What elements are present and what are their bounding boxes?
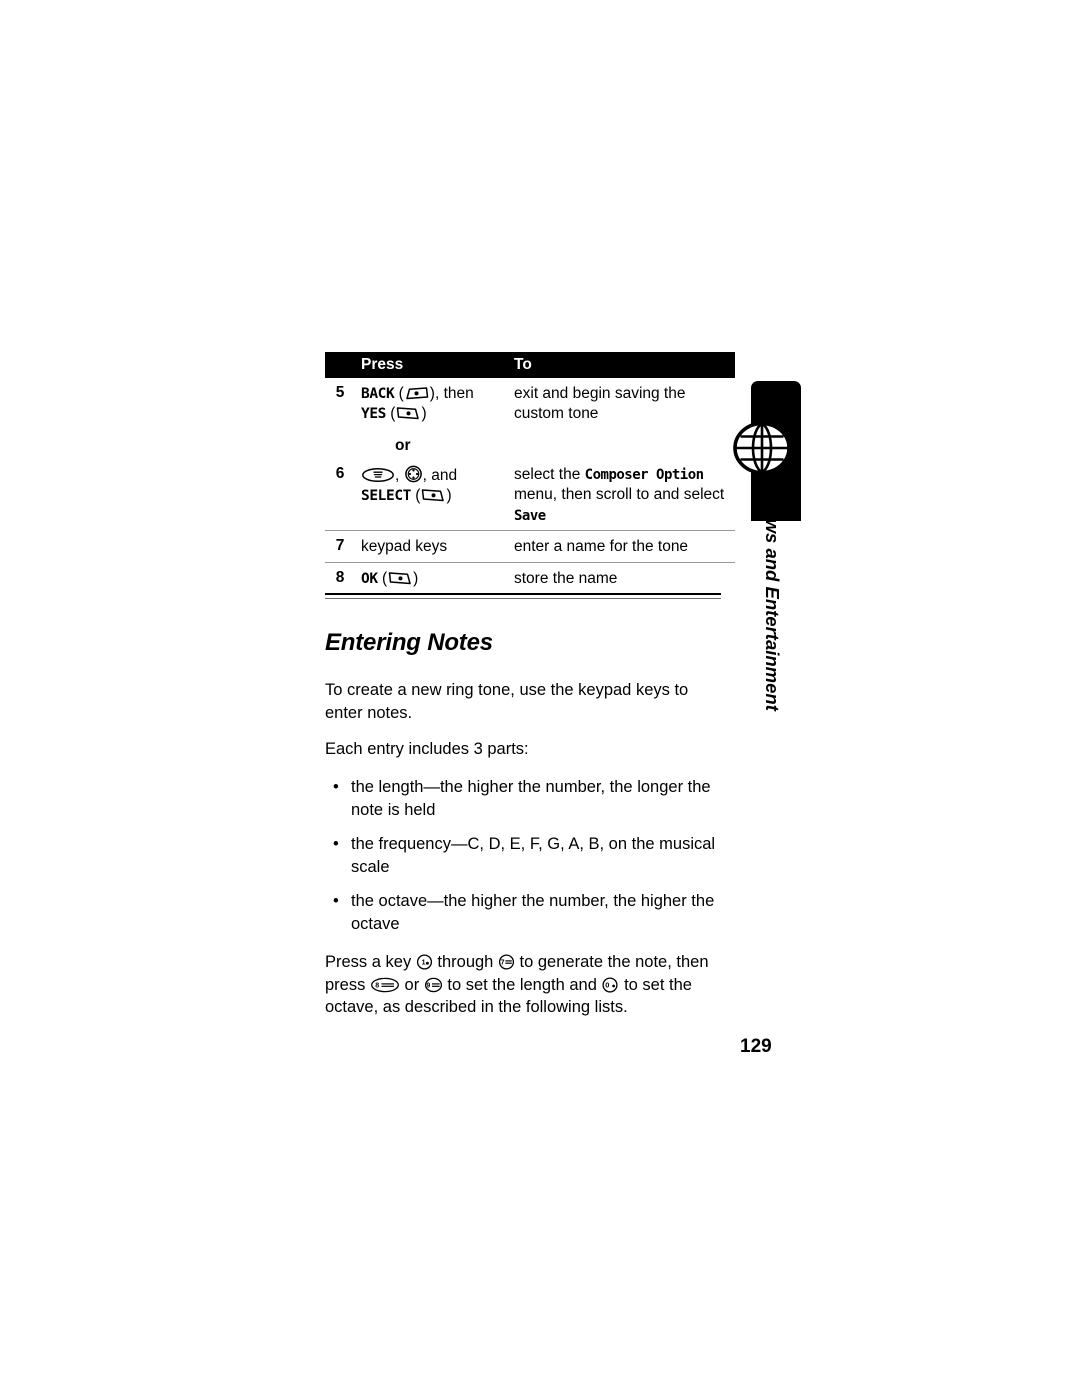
steps-table: Press To 5 BACK ( ), then YES () exit a… (325, 352, 735, 594)
svg-text:8: 8 (375, 982, 379, 989)
softkey-right-icon (420, 488, 446, 503)
ok-key-label: OK (361, 570, 378, 587)
keypad-key-1-icon: 1 (416, 954, 433, 970)
step-press-cell: keypad keys (355, 530, 506, 563)
header-to: To (506, 352, 735, 378)
list-item: • the frequency—C, D, E, F, G, A, B, on … (325, 833, 721, 878)
select-key-label: SELECT (361, 488, 411, 505)
to-prefix: select the (514, 465, 585, 483)
side-tab-label: News and Entertainment (762, 495, 783, 711)
step-number: 6 (335, 464, 345, 482)
step-to-cell: select the Composer Option menu, then sc… (506, 459, 735, 531)
nav-key-suffix: , and (422, 466, 458, 484)
closing-text-5: to set the length and (442, 975, 602, 994)
parts-lead-paragraph: Each entry includes 3 parts: (325, 740, 529, 759)
svg-text:9: 9 (426, 982, 430, 989)
back-key-label: BACK (361, 386, 395, 402)
closing-paragraph: Press a key 1 through 7 to generate the … (325, 951, 721, 1018)
or-row-spacer (506, 429, 735, 459)
globe-icon (731, 417, 793, 479)
softkey-left-icon (404, 386, 430, 401)
list-item-label: the octave—the higher the number, the hi… (351, 892, 715, 933)
parts-bullet-list: • the length—the higher the number, the … (325, 776, 721, 935)
keypad-key-9-icon: 9 (424, 977, 443, 993)
keypad-key-0-icon: 0 (601, 976, 619, 993)
table-row: 6 , , and SELECT () select the Composer… (325, 459, 735, 531)
list-item-label: the length—the higher the number, the lo… (351, 778, 711, 819)
page-title: Entering Notes (325, 629, 493, 657)
step-number: 7 (325, 530, 355, 563)
table-header-row: Press To (325, 352, 735, 378)
closing-text-4: or (399, 975, 424, 994)
svg-text:1: 1 (421, 960, 425, 967)
bullet-icon: • (333, 892, 339, 911)
softkey-right-icon (387, 571, 413, 586)
step-press-cell: OK ( ) (355, 561, 506, 594)
page-content: Press To 5 BACK ( ), then YES () exit a… (325, 352, 735, 1018)
intro-paragraph: To create a new ring tone, use the keypa… (325, 681, 689, 722)
or-row-number (325, 429, 355, 459)
step-to-cell: store the name (506, 561, 735, 594)
keypad-key-7-icon: 7 (498, 954, 515, 970)
bullet-icon: • (333, 835, 339, 854)
list-item-label: the frequency—C, D, E, F, G, A, B, on th… (351, 835, 716, 876)
to-middle: menu, then scroll to and select (514, 486, 725, 504)
svg-text:7: 7 (501, 960, 505, 967)
step-number: 5 (335, 384, 345, 401)
menu-key-sep: , (395, 466, 404, 484)
table-row: 5 BACK ( ), then YES ( ) exit and begin … (325, 378, 735, 429)
save-label: Save (514, 507, 546, 524)
menu-key-icon (361, 467, 395, 483)
table-row: 8 OK ( ) store the name (325, 561, 735, 594)
composer-option-label: Composer Option (584, 466, 704, 483)
back-key-suffix: , then (434, 385, 474, 402)
step-press-cell: , , and SELECT () (361, 465, 458, 505)
closing-text-1: Press a key (325, 953, 416, 972)
step-to-cell: exit and begin saving the custom tone (514, 385, 686, 423)
bullet-icon: • (333, 778, 339, 797)
table-row: 7 keypad keys enter a name for the tone (325, 530, 735, 563)
yes-key-label: YES (361, 406, 386, 423)
or-label: or (395, 436, 411, 454)
keypad-key-8-icon: 8 (370, 977, 400, 993)
manual-page: Press To 5 BACK ( ), then YES () exit a… (0, 0, 1080, 1397)
list-item: • the length—the higher the number, the … (325, 776, 721, 821)
table-or-row: or (325, 429, 735, 459)
list-item: • the octave—the higher the number, the … (325, 890, 721, 935)
nav-disc-icon (404, 465, 423, 483)
closing-text-2: through (432, 953, 498, 972)
step-press-cell: BACK ( ), then YES ( ) (361, 385, 474, 423)
svg-text:0: 0 (606, 980, 610, 989)
softkey-right-icon (395, 406, 421, 421)
step-number: 8 (325, 561, 355, 594)
page-number: 129 (740, 1036, 772, 1057)
header-press: Press (355, 352, 506, 378)
header-number (325, 352, 355, 378)
step-to-cell: enter a name for the tone (506, 530, 735, 563)
